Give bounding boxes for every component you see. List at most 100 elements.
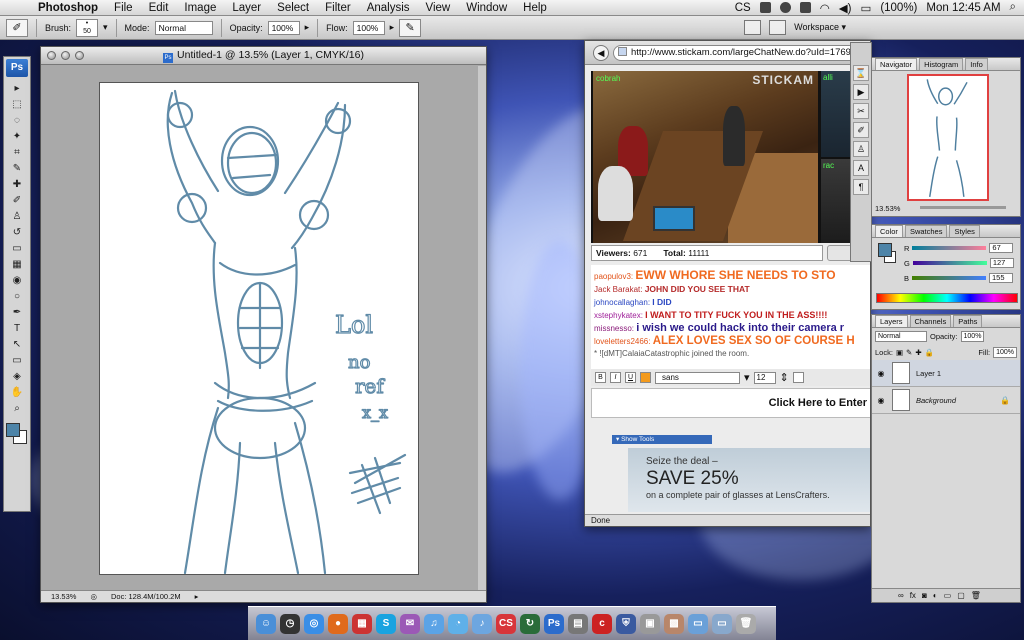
- minimize-button[interactable]: [61, 51, 70, 60]
- opacity-input[interactable]: 100%: [267, 20, 300, 35]
- chat-username[interactable]: paopulov3:: [594, 272, 633, 281]
- adium-icon[interactable]: [759, 2, 771, 13]
- bold-button[interactable]: B: [595, 372, 606, 383]
- chat-username[interactable]: xstephykatex:: [594, 311, 643, 320]
- back-button[interactable]: ◀: [593, 44, 609, 61]
- skype-status-icon[interactable]: [779, 2, 791, 13]
- menu-view[interactable]: View: [418, 2, 459, 14]
- type-icon[interactable]: T: [8, 322, 26, 336]
- photoshop-icon[interactable]: Ps: [544, 613, 564, 634]
- creative-suite-icon[interactable]: CS: [496, 613, 516, 634]
- advertisement-banner[interactable]: Seize the deal – SAVE 25% on a complete …: [628, 448, 870, 512]
- link-layers-icon[interactable]: ∞: [898, 591, 904, 600]
- wifi-icon[interactable]: ◠: [820, 1, 830, 15]
- zoom-readout[interactable]: 13.53%: [51, 592, 76, 601]
- font-dropdown-icon[interactable]: ▾: [744, 371, 750, 384]
- pen-icon[interactable]: ✒: [8, 306, 26, 320]
- flow-arrow-icon[interactable]: ▸: [390, 22, 395, 33]
- chat-username[interactable]: johnocallaghan:: [594, 298, 650, 307]
- dodge-icon[interactable]: ○: [8, 290, 26, 304]
- shape-icon[interactable]: ▭: [8, 354, 26, 368]
- crop-icon[interactable]: ⌗: [8, 146, 26, 160]
- menu-image[interactable]: Image: [176, 2, 224, 14]
- app-icon[interactable]: ▤: [568, 613, 588, 634]
- tab-swatches[interactable]: Swatches: [904, 225, 948, 237]
- url-field[interactable]: http://www.stickam.com/largeChatNew.do?u…: [613, 44, 870, 61]
- tab-color[interactable]: Color: [875, 225, 903, 237]
- quick-select-icon[interactable]: ✦: [8, 130, 26, 144]
- spotlight-icon[interactable]: ⌕: [1010, 1, 1016, 14]
- eyedropper-icon[interactable]: ✎: [8, 162, 26, 176]
- foreground-color-swatch[interactable]: [878, 243, 892, 257]
- menu-file[interactable]: File: [106, 2, 141, 14]
- navigator-zoom[interactable]: 13.53%: [875, 204, 900, 213]
- character-panel-icon[interactable]: A: [853, 160, 869, 176]
- ichat-icon[interactable]: ◔: [448, 613, 468, 634]
- menu-help[interactable]: Help: [515, 2, 555, 14]
- tab-info[interactable]: Info: [965, 58, 988, 70]
- photo-icon[interactable]: ▩: [664, 613, 684, 634]
- bluetooth-icon[interactable]: [799, 2, 811, 13]
- menu-edit[interactable]: Edit: [141, 2, 177, 14]
- new-group-icon[interactable]: ▭: [944, 591, 952, 600]
- menu-filter[interactable]: Filter: [317, 2, 359, 14]
- canvas[interactable]: Lol no ref x_x: [99, 82, 419, 575]
- emoticon-button[interactable]: [792, 372, 804, 383]
- marquee-icon[interactable]: ⬚: [8, 98, 26, 112]
- menu-window[interactable]: Window: [458, 2, 515, 14]
- blue-slider[interactable]: [912, 276, 987, 280]
- itunes-icon[interactable]: ♫: [424, 613, 444, 634]
- eraser-icon[interactable]: ▭: [8, 242, 26, 256]
- foreground-color[interactable]: [6, 423, 20, 437]
- red-slider[interactable]: [912, 246, 987, 250]
- ical-icon[interactable]: ▦: [352, 613, 372, 634]
- color-spectrum[interactable]: [876, 293, 1018, 303]
- move-icon[interactable]: ▸: [8, 82, 26, 96]
- tab-channels[interactable]: Channels: [909, 315, 952, 327]
- palette-well-icon[interactable]: [769, 20, 787, 35]
- layer-row[interactable]: ◉ Layer 1: [872, 360, 1020, 387]
- layer-style-icon[interactable]: fx: [910, 591, 916, 600]
- chat-entry-field[interactable]: Click Here to Enter: [591, 388, 870, 418]
- menu-layer[interactable]: Layer: [224, 2, 269, 14]
- cs-status-label[interactable]: CS: [735, 2, 751, 14]
- size-stepper-icon[interactable]: ⇕: [780, 371, 789, 384]
- dashboard-icon[interactable]: ◷: [280, 613, 300, 634]
- main-cam-video[interactable]: cobrah STICKAM: [593, 71, 818, 243]
- menu-photoshop[interactable]: Photoshop: [30, 2, 106, 14]
- preview-icon[interactable]: ▣: [640, 613, 660, 634]
- skype-icon[interactable]: S: [376, 613, 396, 634]
- brush-icon[interactable]: ✐: [8, 194, 26, 208]
- tab-layers[interactable]: Layers: [875, 315, 908, 327]
- workspace-menu[interactable]: Workspace ▾: [794, 22, 846, 33]
- adjustment-layer-icon[interactable]: ◐: [933, 591, 938, 600]
- music-icon[interactable]: ♪: [472, 613, 492, 634]
- safari-icon[interactable]: ◎: [304, 613, 324, 634]
- messages-icon[interactable]: ✉: [400, 613, 420, 634]
- paragraph-panel-icon[interactable]: ¶: [853, 179, 869, 195]
- menu-select[interactable]: Select: [269, 2, 317, 14]
- show-tools-button[interactable]: ▾ Show Tools: [612, 435, 712, 444]
- visibility-eye-icon[interactable]: ◉: [876, 369, 886, 378]
- visibility-eye-icon[interactable]: ◉: [876, 396, 886, 405]
- documents-icon[interactable]: ▭: [712, 613, 732, 634]
- photoshop-logo[interactable]: Ps: [6, 59, 28, 77]
- layer-opacity-input[interactable]: 100%: [960, 330, 985, 342]
- zoom-icon[interactable]: ⌕: [8, 402, 26, 416]
- tab-styles[interactable]: Styles: [949, 225, 980, 237]
- hand-icon[interactable]: ✋: [8, 386, 26, 400]
- path-select-icon[interactable]: ↖: [8, 338, 26, 352]
- blue-value[interactable]: 155: [989, 273, 1014, 283]
- stamp-icon[interactable]: ♙: [8, 210, 26, 224]
- doc-size[interactable]: Doc: 128.4M/100.2M: [111, 592, 181, 601]
- finder-icon[interactable]: ☺: [256, 613, 276, 634]
- chat-username[interactable]: loveletters2466:: [594, 337, 650, 346]
- chat-username[interactable]: missnesso:: [594, 324, 634, 333]
- fill-input[interactable]: 100%: [993, 346, 1017, 358]
- document-titlebar[interactable]: Ps Untitled-1 @ 13.5% (Layer 1, CMYK/16): [41, 47, 486, 65]
- delete-layer-icon[interactable]: 🗑: [971, 591, 981, 600]
- lock-transparent-icon[interactable]: ▣: [896, 348, 903, 357]
- tab-navigator[interactable]: Navigator: [875, 58, 918, 70]
- green-slider[interactable]: [912, 261, 987, 265]
- history-brush-icon[interactable]: ↺: [8, 226, 26, 240]
